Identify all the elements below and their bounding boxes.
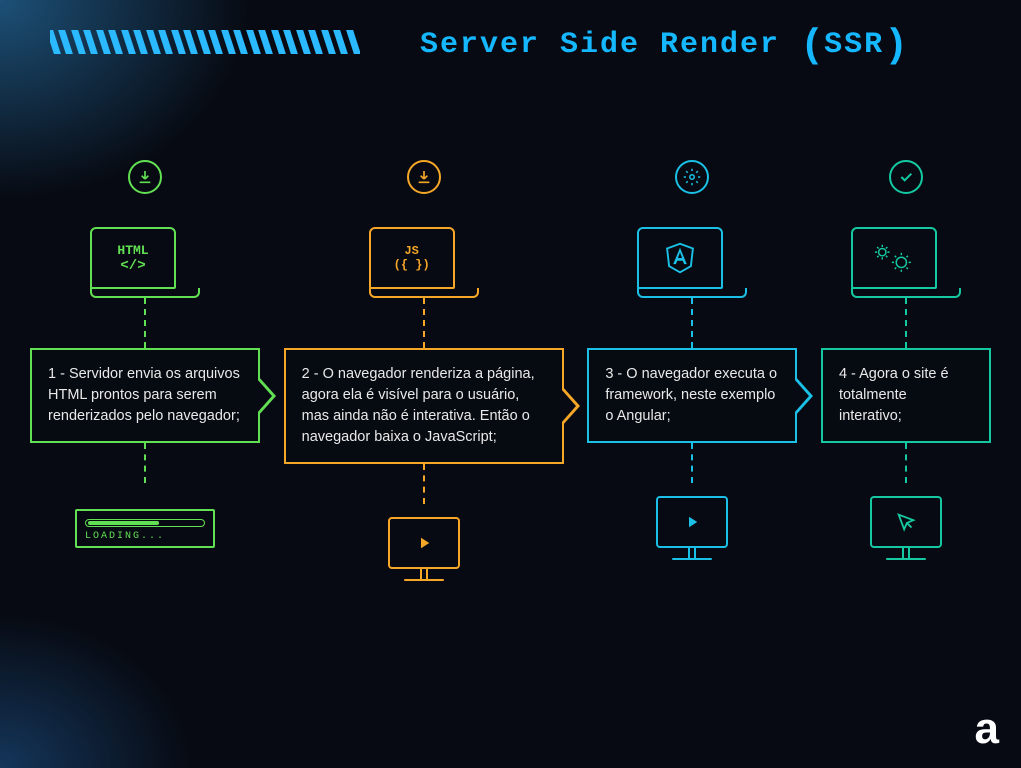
download-icon bbox=[407, 160, 441, 194]
connector-line bbox=[691, 298, 693, 348]
check-icon bbox=[889, 160, 923, 194]
laptop-sub-js: ({ }) bbox=[394, 258, 430, 272]
loading-text: LOADING... bbox=[85, 531, 205, 542]
step-4-box: 4 - Agora o site é totalmente interativo… bbox=[821, 348, 991, 443]
connector-line bbox=[423, 298, 425, 348]
connector-line bbox=[423, 464, 425, 504]
laptop-label-js: JS bbox=[404, 244, 418, 258]
decorative-hatch bbox=[50, 30, 360, 54]
step-4-text: 4 - Agora o site é totalmente interativo… bbox=[839, 366, 949, 424]
title-text: Server Side Render bbox=[420, 28, 800, 62]
connector-line bbox=[691, 443, 693, 483]
step-3-text: 3 - O navegador executa o framework, nes… bbox=[605, 366, 777, 424]
ssr-diagram: HTML </> 1 - Servidor envia os arquivos … bbox=[30, 160, 991, 594]
step-2-text: 2 - O navegador renderiza a página, agor… bbox=[302, 366, 535, 445]
step-2-box: 2 - O navegador renderiza a página, agor… bbox=[284, 348, 564, 464]
connector-line bbox=[905, 298, 907, 348]
step-3: 3 - O navegador executa o framework, nes… bbox=[587, 160, 797, 573]
laptop-gears bbox=[851, 202, 961, 298]
watermark: a bbox=[975, 704, 999, 754]
step-4: 4 - Agora o site é totalmente interativo… bbox=[821, 160, 991, 573]
laptop-angular bbox=[637, 202, 747, 298]
laptop-html: HTML </> bbox=[90, 202, 200, 298]
laptop-sub-html: </> bbox=[120, 258, 145, 274]
step-3-box: 3 - O navegador executa o framework, nes… bbox=[587, 348, 797, 443]
monitor-play-icon bbox=[656, 483, 728, 573]
angular-icon bbox=[663, 240, 697, 276]
connector-line bbox=[905, 443, 907, 483]
title-paren-close: ) bbox=[884, 24, 908, 69]
connector-line bbox=[144, 443, 146, 483]
loading-icon: LOADING... bbox=[75, 483, 215, 573]
laptop-label-html: HTML bbox=[117, 243, 148, 258]
step-1: HTML </> 1 - Servidor envia os arquivos … bbox=[30, 160, 260, 573]
laptop-js: JS ({ }) bbox=[369, 202, 479, 298]
gear-icon bbox=[675, 160, 709, 194]
gears-icon bbox=[872, 241, 916, 275]
monitor-cursor-icon bbox=[870, 483, 942, 573]
step-1-box: 1 - Servidor envia os arquivos HTML pron… bbox=[30, 348, 260, 443]
step-1-text: 1 - Servidor envia os arquivos HTML pron… bbox=[48, 366, 240, 424]
connector-line bbox=[144, 298, 146, 348]
title-acronym: SSR bbox=[824, 28, 884, 62]
step-2: JS ({ }) 2 - O navegador renderiza a pág… bbox=[284, 160, 564, 594]
download-icon bbox=[128, 160, 162, 194]
monitor-play-icon bbox=[388, 504, 460, 594]
title-paren-open: ( bbox=[800, 24, 824, 69]
page-title: Server Side Render (SSR) bbox=[420, 24, 908, 69]
